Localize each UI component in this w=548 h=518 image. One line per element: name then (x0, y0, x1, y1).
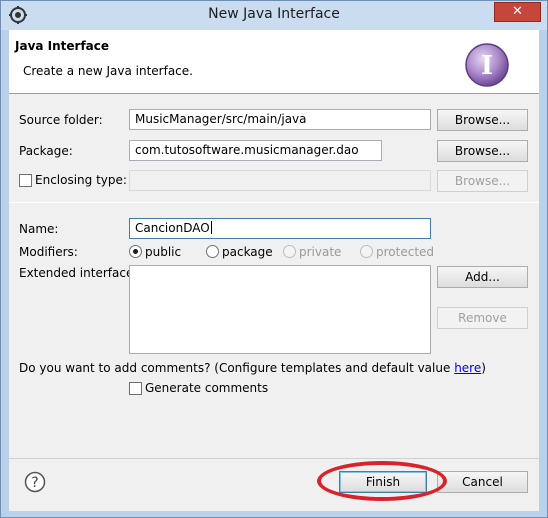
add-interface-button[interactable]: Add... (437, 266, 528, 288)
section-separator (9, 202, 539, 203)
window-title: New Java Interface (208, 6, 340, 22)
help-icon[interactable]: ? (24, 471, 46, 493)
modifier-package-radio[interactable] (206, 245, 219, 258)
enclosing-type-input[interactable] (129, 170, 431, 191)
name-input[interactable]: CancionDAO (129, 218, 431, 239)
modifier-public-label: public (145, 245, 182, 259)
extended-interfaces-label: Extended interfaces: (19, 266, 144, 280)
name-value: CancionDAO (135, 221, 210, 235)
close-icon: ✕ (512, 4, 523, 19)
modifier-private-radio[interactable] (283, 245, 296, 258)
package-label: Package: (19, 144, 73, 158)
generate-comments-checkbox[interactable] (129, 382, 142, 395)
enclosing-type-checkbox[interactable] (19, 174, 32, 187)
modifier-protected-radio[interactable] (360, 245, 373, 258)
cancel-button[interactable]: Cancel (437, 471, 528, 493)
svg-text:I: I (481, 51, 493, 81)
footer-separator (9, 458, 539, 459)
extended-interfaces-list[interactable] (129, 265, 431, 354)
package-browse-button[interactable]: Browse... (437, 140, 528, 162)
title-bar[interactable]: New Java Interface ✕ (1, 1, 547, 30)
modifier-private-label: private (299, 245, 342, 259)
enclosing-type-browse-button[interactable]: Browse... (437, 170, 528, 192)
header-title: Java Interface (15, 39, 110, 53)
source-folder-label: Source folder: (19, 113, 103, 127)
name-label: Name: (19, 222, 59, 236)
comments-question: Do you want to add comments? (Configure … (19, 361, 486, 375)
modifier-protected-label: protected (376, 245, 435, 259)
comments-question-text: Do you want to add comments? (Configure … (19, 361, 455, 375)
text-caret (210, 221, 212, 234)
help-glyph: ? (31, 475, 38, 491)
interface-wizard-icon: I (465, 43, 509, 87)
package-input[interactable]: com.tutosoftware.musicmanager.dao (129, 140, 382, 161)
modifiers-label: Modifiers: (19, 245, 78, 259)
dialog-client: Java Interface Create a new Java interfa… (9, 30, 539, 511)
close-button[interactable]: ✕ (494, 2, 541, 22)
wizard-header: Java Interface Create a new Java interfa… (9, 30, 539, 94)
header-description: Create a new Java interface. (23, 64, 193, 78)
remove-interface-button[interactable]: Remove (437, 307, 528, 329)
finish-highlight-annotation (317, 461, 447, 501)
source-folder-input[interactable]: MusicManager/src/main/java (129, 109, 431, 130)
comments-question-suffix: ) (481, 361, 486, 375)
modifier-package-label: package (222, 245, 273, 259)
dialog-window: New Java Interface ✕ Java Interface Crea… (0, 0, 548, 518)
source-folder-browse-button[interactable]: Browse... (437, 109, 528, 131)
generate-comments-label: Generate comments (145, 381, 269, 395)
configure-templates-link[interactable]: here (454, 361, 481, 375)
modifier-public-radio[interactable] (129, 245, 142, 258)
enclosing-type-label: Enclosing type: (35, 173, 127, 187)
